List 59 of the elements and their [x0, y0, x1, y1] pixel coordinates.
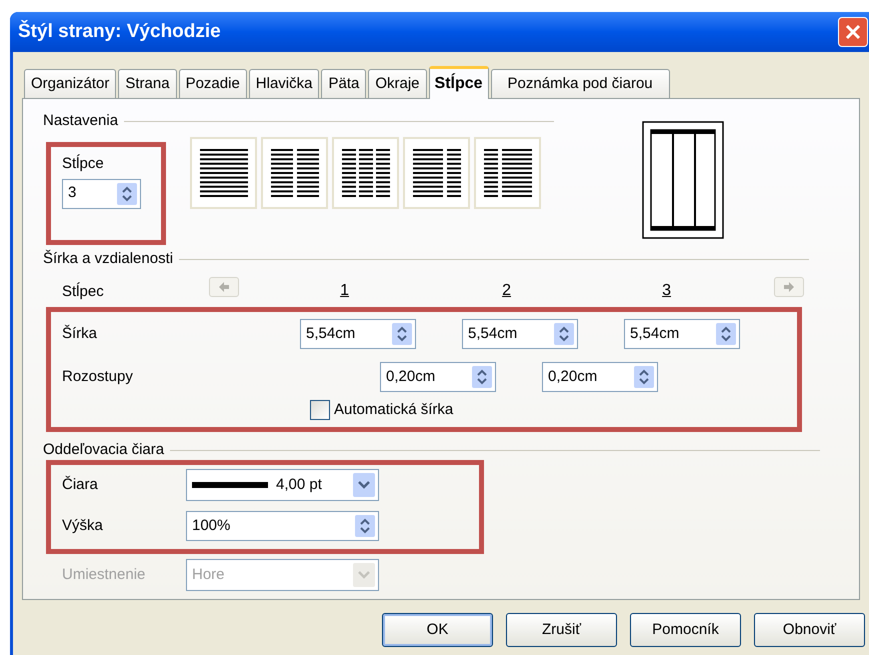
column-number: 3 — [662, 281, 671, 301]
line-width-value: 4,00 pt — [276, 474, 322, 495]
spacing-spin-field[interactable]: 0,20cm — [542, 362, 658, 392]
column-layout-icon — [340, 148, 390, 198]
column-label: Stĺpec — [62, 281, 105, 302]
column-layout-icon — [412, 148, 462, 198]
dialog-button[interactable]: OK — [382, 613, 493, 647]
column-layout-button[interactable] — [261, 137, 328, 209]
column-layout-icon — [270, 148, 320, 198]
spin-arrows-icon[interactable] — [472, 366, 492, 388]
column-layout-icon — [482, 148, 532, 198]
checkbox-label[interactable]: Automatická šírka — [334, 398, 454, 422]
close-button[interactable] — [838, 17, 868, 47]
spin-arrows-icon[interactable] — [634, 366, 654, 388]
close-icon — [845, 24, 861, 40]
column-number: 1 — [340, 281, 349, 301]
left-arrow-icon — [218, 282, 230, 292]
column-number: 2 — [502, 281, 511, 301]
spin-arrows-icon[interactable] — [554, 323, 574, 345]
spin-arrows-icon[interactable] — [716, 323, 736, 345]
tab[interactable]: Päta — [321, 69, 366, 98]
tab[interactable]: Hlavička — [248, 69, 320, 98]
width-spin-field[interactable]: 5,54cm — [462, 319, 578, 349]
tab[interactable]: Stĺpce — [428, 66, 489, 99]
tab[interactable]: Okraje — [368, 69, 427, 98]
field-label: Čiara — [62, 474, 99, 495]
width-spin-field[interactable]: 5,54cm — [624, 319, 740, 349]
tab[interactable]: Poznámka pod čiarou — [490, 69, 670, 98]
column-layout-icon — [198, 148, 248, 198]
tab[interactable]: Organizátor — [24, 69, 116, 98]
dialog-button[interactable]: Pomocník — [630, 613, 741, 647]
field-label: Stĺpce — [62, 153, 105, 174]
section-heading: Oddeľovacia čiara — [43, 440, 164, 460]
section-heading: Šírka a vzdialenosti — [43, 248, 174, 269]
field-label: Rozostupy — [62, 366, 134, 387]
tab[interactable]: Strana — [118, 69, 177, 98]
spin-arrows-icon[interactable] — [392, 323, 412, 345]
column-layout-button[interactable] — [474, 137, 541, 209]
field-label: Šírka — [62, 324, 98, 344]
height-spin-field[interactable]: 100% — [186, 511, 379, 541]
dialog-button[interactable]: Obnoviť — [754, 613, 865, 647]
columns-spin-field[interactable]: 3 — [62, 178, 141, 208]
spin-arrows-icon[interactable] — [355, 515, 375, 537]
spin-arrows-icon[interactable] — [117, 182, 137, 204]
line-sample-icon — [192, 482, 268, 488]
width-spin-field[interactable]: 5,54cm — [300, 319, 416, 349]
window-title: Štýl strany: Východzie — [18, 19, 221, 44]
column-layout-button[interactable] — [403, 137, 470, 209]
column-layout-button[interactable] — [332, 137, 399, 209]
checkbox[interactable] — [310, 400, 330, 420]
dialog-button[interactable]: Zrušiť — [506, 613, 617, 647]
section-heading: Nastavenia — [43, 110, 118, 131]
right-arrow-icon — [783, 282, 795, 292]
column-layout-button[interactable] — [190, 137, 257, 209]
spacing-spin-field[interactable]: 0,20cm — [380, 362, 496, 392]
tab[interactable]: Pozadie — [178, 69, 247, 98]
line-style-dropdown[interactable]: 4,00 pt — [186, 469, 379, 501]
field-label: Výška — [62, 516, 104, 536]
field-label: Umiestnenie — [62, 564, 146, 585]
